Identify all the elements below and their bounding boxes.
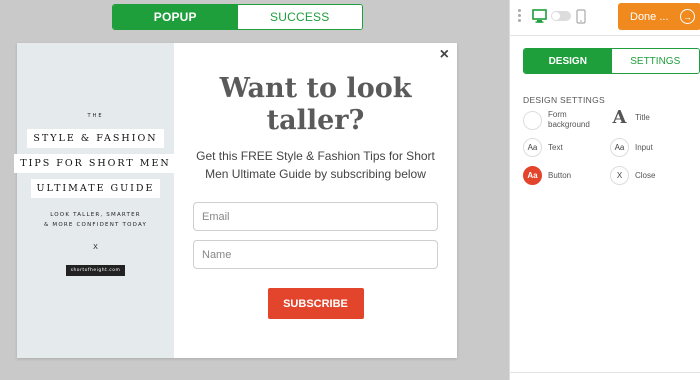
success-view-tab[interactable]: SUCCESS: [237, 5, 362, 29]
view-toggle: POPUP SUCCESS: [112, 4, 363, 30]
form-background-label-line-2: background: [548, 120, 590, 129]
input-font-icon: Aa: [610, 138, 629, 157]
editor-canvas: POPUP SUCCESS × THE STYLE & FASHION TIPS…: [0, 0, 509, 380]
done-button[interactable]: Done ... →: [618, 3, 700, 30]
done-label: Done ...: [630, 10, 669, 23]
guide-subtitle-line-2: & MORE CONFIDENT TODAY: [43, 222, 148, 228]
popup-image-panel: THE STYLE & FASHION TIPS FOR SHORT MEN U…: [14, 43, 177, 358]
form-background-label-line-1: Form: [548, 110, 567, 119]
sidebar-toolbar: Done ... →: [510, 0, 700, 36]
guide-title-line-2: TIPS FOR SHORT MEN: [14, 154, 177, 173]
close-option[interactable]: X Close: [610, 166, 655, 185]
form-background-label: Form background: [548, 110, 590, 130]
title-option[interactable]: A Title: [610, 107, 650, 128]
button-option[interactable]: Aa Button: [523, 166, 571, 185]
popup-preview: × THE STYLE & FASHION TIPS FOR SHORT MEN…: [14, 43, 457, 358]
popup-description[interactable]: Get this FREE Style & Fashion Tips for S…: [196, 147, 436, 183]
guide-title-line-1: STYLE & FASHION: [27, 129, 164, 148]
guide-subtitle: LOOK TALLER, SMARTER & MORE CONFIDENT TO…: [44, 210, 147, 230]
title-option-label: Title: [635, 112, 650, 122]
tab-settings[interactable]: SETTINGS: [611, 49, 699, 73]
form-background-swatch-icon: [523, 110, 542, 130]
popup-title[interactable]: Want to look taller?: [206, 73, 426, 137]
input-option[interactable]: Aa Input: [610, 138, 653, 157]
button-option-label: Button: [548, 170, 572, 180]
sidebar-divider: [509, 372, 700, 373]
drag-handle-icon[interactable]: [518, 9, 521, 24]
design-sidebar: Done ... → DESIGN SETTINGS DESIGN SETTIN…: [509, 0, 700, 380]
desktop-icon[interactable]: [532, 9, 547, 28]
sidebar-tabs: DESIGN SETTINGS: [523, 48, 700, 74]
guide-x-mark: X: [93, 244, 98, 251]
guide-the-label: THE: [87, 113, 104, 119]
close-style-icon: X: [610, 166, 629, 185]
text-font-icon: Aa: [523, 138, 542, 157]
site-badge: shortofheight.com: [65, 265, 126, 276]
close-option-label: Close: [635, 170, 656, 180]
email-field[interactable]: Email: [193, 202, 438, 231]
guide-subtitle-line-1: LOOK TALLER, SMARTER: [50, 212, 141, 218]
tab-design[interactable]: DESIGN: [524, 49, 612, 73]
text-option[interactable]: Aa Text: [523, 138, 563, 157]
text-option-label: Text: [548, 142, 563, 152]
mobile-icon[interactable]: [576, 9, 586, 29]
guide-title-line-3: ULTIMATE GUIDE: [30, 179, 161, 198]
section-title: DESIGN SETTINGS: [523, 95, 605, 105]
device-toggle[interactable]: [551, 11, 571, 21]
popup-form-panel: Want to look taller? Get this FREE Style…: [174, 43, 457, 358]
arrow-right-icon: →: [680, 9, 695, 24]
input-option-label: Input: [635, 142, 653, 152]
form-background-option[interactable]: Form background: [523, 110, 590, 130]
popup-view-tab[interactable]: POPUP: [113, 5, 238, 29]
title-font-icon: A: [610, 107, 629, 128]
name-field[interactable]: Name: [193, 240, 438, 269]
button-style-icon: Aa: [523, 166, 542, 185]
subscribe-button[interactable]: SUBSCRIBE: [267, 288, 364, 319]
